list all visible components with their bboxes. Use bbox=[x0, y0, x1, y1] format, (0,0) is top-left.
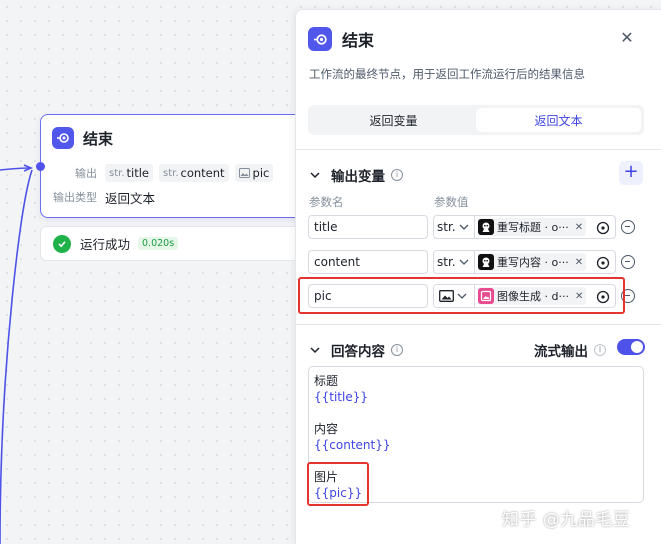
end-node-card[interactable]: 结束 输出 str. title str. content pic 输出类型 返… bbox=[36, 114, 310, 218]
column-label-name: 参数名 bbox=[309, 195, 344, 209]
answer-line: 标题 bbox=[314, 374, 339, 388]
node-output-var: str. content bbox=[159, 164, 229, 182]
output-variable-row: title str. 重写标题 · o··· ✕ bbox=[308, 215, 648, 239]
param-type-select[interactable]: str. bbox=[433, 250, 475, 274]
close-icon[interactable]: ✕ bbox=[575, 257, 583, 268]
var-name: pic bbox=[252, 166, 270, 180]
return-mode-tabs: 返回变量 返回文本 bbox=[308, 105, 644, 135]
chevron-down-icon[interactable] bbox=[309, 344, 321, 356]
chevron-down-icon bbox=[459, 259, 469, 265]
output-section-header[interactable]: 输出变量 i bbox=[309, 165, 403, 185]
highlight-box bbox=[307, 462, 369, 506]
param-type-value: str. bbox=[437, 255, 456, 269]
node-output-type-row: 输出类型 返回文本 bbox=[41, 185, 309, 209]
status-text: 运行成功 bbox=[80, 237, 131, 252]
answer-variable: {{content}} bbox=[314, 438, 391, 452]
node-output-var: pic bbox=[234, 164, 274, 182]
highlight-box bbox=[298, 277, 625, 314]
end-node-config-panel: 结束 ✕ 工作流的最终节点，用于返回工作流运行后的结果信息 返回变量 返回文本 … bbox=[295, 9, 661, 544]
status-time-badge: 0.020s bbox=[138, 237, 179, 250]
close-icon[interactable]: ✕ bbox=[575, 222, 583, 233]
answer-line: 内容 bbox=[314, 422, 339, 436]
end-node-icon bbox=[52, 127, 74, 149]
divider bbox=[296, 324, 661, 325]
target-icon[interactable] bbox=[596, 221, 610, 235]
divider bbox=[296, 149, 661, 150]
param-value-reference[interactable]: 重写内容 · o··· ✕ bbox=[475, 250, 616, 274]
panel-header: 结束 bbox=[308, 27, 374, 51]
var-name: content bbox=[180, 166, 225, 180]
output-type-value: 返回文本 bbox=[105, 190, 156, 206]
chevron-down-icon bbox=[459, 224, 469, 230]
answer-variable: {{title}} bbox=[314, 390, 368, 404]
reference-text: 重写内容 · o··· bbox=[497, 256, 569, 269]
tab-return-text[interactable]: 返回文本 bbox=[476, 108, 641, 132]
output-section-title: 输出变量 bbox=[331, 169, 385, 185]
image-type-icon bbox=[238, 168, 250, 178]
reference-text: 重写标题 · o··· bbox=[497, 221, 569, 234]
var-type: str. bbox=[109, 167, 125, 179]
var-type: str. bbox=[163, 167, 179, 179]
end-node-icon bbox=[308, 27, 332, 51]
answer-line bbox=[314, 405, 638, 421]
remove-variable-icon[interactable] bbox=[621, 255, 635, 269]
node-title: 结束 bbox=[83, 129, 114, 148]
node-output-row: 输出 str. title str. content pic bbox=[41, 161, 309, 185]
answer-section-header[interactable]: 回答内容 i bbox=[309, 340, 403, 360]
info-icon[interactable]: i bbox=[391, 344, 403, 356]
node-output-label: 输出 bbox=[75, 167, 97, 180]
target-icon[interactable] bbox=[596, 256, 610, 270]
var-name: title bbox=[126, 166, 149, 180]
node-output-var: str. title bbox=[105, 164, 153, 182]
chevron-down-icon[interactable] bbox=[309, 169, 321, 181]
reference-tag: 重写内容 · o··· ✕ bbox=[478, 253, 587, 271]
param-type-value: str. bbox=[437, 220, 456, 234]
param-value-reference[interactable]: 重写标题 · o··· ✕ bbox=[475, 215, 616, 239]
remove-variable-icon[interactable] bbox=[621, 220, 635, 234]
output-type-label: 输出类型 bbox=[53, 191, 97, 204]
add-variable-button[interactable]: + bbox=[619, 161, 643, 185]
param-name-input[interactable]: content bbox=[308, 250, 428, 274]
watermark: 知乎 @九品毛豆 bbox=[502, 510, 631, 530]
run-status-card[interactable]: 运行成功 0.020s bbox=[40, 226, 310, 261]
info-icon[interactable]: i bbox=[391, 169, 403, 181]
info-icon[interactable]: i bbox=[594, 344, 606, 356]
answer-section-title: 回答内容 bbox=[331, 344, 385, 360]
bot-icon bbox=[478, 219, 494, 235]
bot-icon bbox=[478, 254, 494, 270]
stream-output-label: 流式输出 i bbox=[534, 340, 606, 360]
node-input-port[interactable] bbox=[36, 162, 45, 171]
panel-description: 工作流的最终节点，用于返回工作流运行后的结果信息 bbox=[309, 67, 585, 81]
panel-title: 结束 bbox=[342, 31, 375, 50]
output-variable-row: content str. 重写内容 · o··· ✕ bbox=[308, 250, 648, 274]
tab-return-variables[interactable]: 返回变量 bbox=[311, 108, 476, 132]
close-icon[interactable]: ✕ bbox=[619, 30, 635, 46]
stream-output-toggle[interactable] bbox=[617, 339, 645, 355]
reference-tag: 重写标题 · o··· ✕ bbox=[478, 218, 587, 236]
param-name-input[interactable]: title bbox=[308, 215, 428, 239]
check-circle-icon bbox=[53, 234, 71, 253]
stream-output-text: 流式输出 bbox=[534, 344, 588, 360]
param-type-select[interactable]: str. bbox=[433, 215, 475, 239]
column-label-value: 参数值 bbox=[434, 195, 469, 209]
